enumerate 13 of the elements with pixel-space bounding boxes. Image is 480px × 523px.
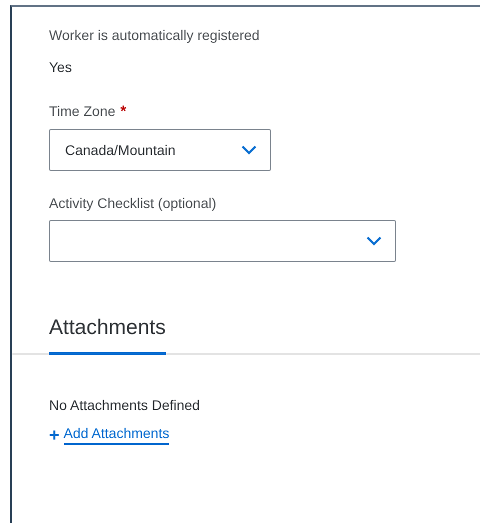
field-label: Worker is automatically registered xyxy=(49,27,260,43)
dropdown-field[interactable]: Canada/Mountain xyxy=(49,129,271,171)
required-mark: * xyxy=(120,103,126,120)
empty-message: No Attachments Defined xyxy=(49,397,200,413)
dropdown-field[interactable] xyxy=(49,220,396,262)
chevron-down-icon xyxy=(366,236,382,246)
add-attachments-link[interactable]: Add Attachments xyxy=(64,425,170,445)
plus-icon: + xyxy=(49,426,60,444)
section-tab[interactable]: Attachments xyxy=(49,316,166,355)
field-label: Activity Checklist (optional) xyxy=(49,195,216,211)
chevron-down-icon xyxy=(241,145,257,155)
field-label: Time Zone xyxy=(49,103,116,119)
field-value: Yes xyxy=(49,59,72,75)
